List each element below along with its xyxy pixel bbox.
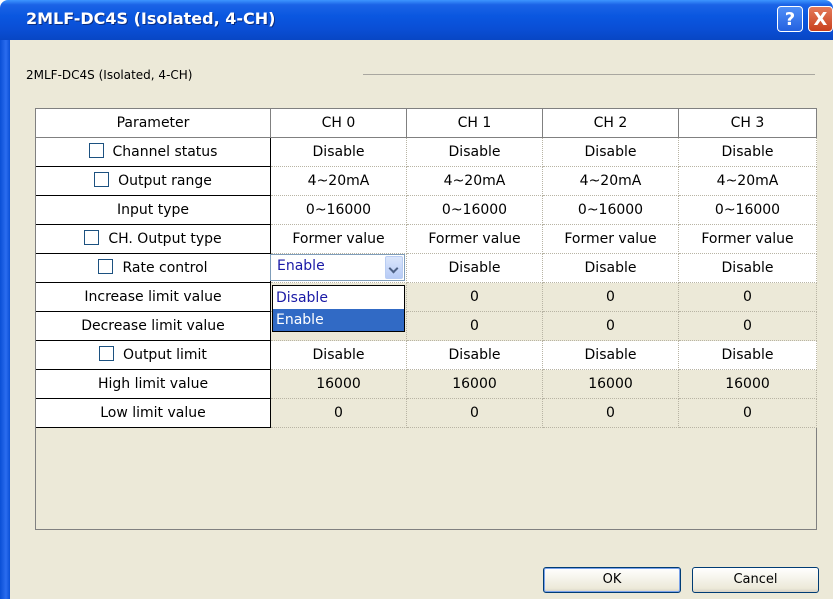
decrease-limit-value-ch3-cell[interactable]: 0: [679, 312, 817, 341]
param-low-limit-value: Low limit value: [36, 399, 271, 428]
param-label: Channel status: [112, 144, 218, 160]
ch-output-type-ch2-cell[interactable]: Former value: [543, 225, 679, 254]
output-range-ch0-cell[interactable]: 4~20mA: [271, 167, 407, 196]
title-bar[interactable]: 2MLF-DC4S (Isolated, 4-CH) ? X: [0, 0, 833, 40]
ch-output-type-ch3-cell[interactable]: Former value: [679, 225, 817, 254]
param-label: Input type: [117, 202, 189, 218]
channel-status-ch1-cell[interactable]: Disable: [407, 138, 543, 167]
column-header-ch-0: CH 0: [271, 109, 407, 138]
param-label: High limit value: [97, 376, 209, 392]
checkbox[interactable]: [99, 346, 115, 361]
decrease-limit-value-ch1-cell[interactable]: 0: [407, 312, 543, 341]
input-type-ch1-cell[interactable]: 0~16000: [407, 196, 543, 225]
high-limit-value-ch2-cell[interactable]: 16000: [543, 370, 679, 399]
rate-control-ch3-cell[interactable]: Disable: [679, 254, 817, 283]
channel-status-ch2-cell[interactable]: Disable: [543, 138, 679, 167]
high-limit-value-ch0-cell[interactable]: 16000: [271, 370, 407, 399]
column-header-ch-3: CH 3: [679, 109, 817, 138]
param-high-limit-value: High limit value: [36, 370, 271, 399]
low-limit-value-ch1-cell[interactable]: 0: [407, 399, 543, 428]
low-limit-value-ch2-cell[interactable]: 0: [543, 399, 679, 428]
low-limit-value-ch0-cell[interactable]: 0: [271, 399, 407, 428]
param-label: Decrease limit value: [81, 318, 225, 334]
param-label: Output range: [118, 173, 212, 189]
checkbox[interactable]: [98, 259, 114, 274]
checkbox[interactable]: [94, 172, 110, 187]
param-label: CH. Output type: [108, 231, 222, 247]
output-limit-ch2-cell[interactable]: Disable: [543, 341, 679, 370]
param-label: Output limit: [123, 347, 207, 363]
ok-button[interactable]: OK: [543, 567, 681, 593]
increase-limit-value-ch3-cell[interactable]: 0: [679, 283, 817, 312]
close-button[interactable]: X: [808, 6, 833, 32]
param-output-range: Output range: [36, 167, 271, 196]
group-box-label: 2MLF-DC4S (Isolated, 4-CH): [26, 68, 193, 82]
group-box-line: [363, 74, 815, 75]
column-header-ch-2: CH 2: [543, 109, 679, 138]
window-title: 2MLF-DC4S (Isolated, 4-CH): [26, 9, 276, 28]
dropdown-option-disable[interactable]: Disable: [273, 287, 404, 309]
parameter-grid: Parameter CH 0 CH 1 CH 2 CH 3 Channel status D…: [35, 108, 817, 530]
param-channel-status: Channel status: [36, 138, 271, 167]
rate-control-ch2-cell[interactable]: Disable: [543, 254, 679, 283]
param-label: Increase limit value: [84, 289, 222, 305]
rate-control-ch1-cell[interactable]: Disable: [407, 254, 543, 283]
column-header-parameter: Parameter: [36, 109, 271, 138]
increase-limit-value-ch1-cell[interactable]: 0: [407, 283, 543, 312]
input-type-ch2-cell[interactable]: 0~16000: [543, 196, 679, 225]
output-range-ch2-cell[interactable]: 4~20mA: [543, 167, 679, 196]
output-limit-ch0-cell[interactable]: Disable: [271, 341, 407, 370]
combobox-value: Enable: [277, 258, 325, 274]
channel-status-ch0-cell[interactable]: Disable: [271, 138, 407, 167]
increase-limit-value-ch2-cell[interactable]: 0: [543, 283, 679, 312]
param-label: Rate control: [122, 260, 208, 276]
ch-output-type-ch0-cell[interactable]: Former value: [271, 225, 407, 254]
high-limit-value-ch3-cell[interactable]: 16000: [679, 370, 817, 399]
decrease-limit-value-ch2-cell[interactable]: 0: [543, 312, 679, 341]
output-range-ch1-cell[interactable]: 4~20mA: [407, 167, 543, 196]
param-increase-limit-value: Increase limit value: [36, 283, 271, 312]
channel-status-ch3-cell[interactable]: Disable: [679, 138, 817, 167]
param-ch-output-type: CH. Output type: [36, 225, 271, 254]
rate-control-ch0-combobox[interactable]: Enable: [270, 254, 405, 281]
param-label: Low limit value: [100, 405, 206, 421]
param-decrease-limit-value: Decrease limit value: [36, 312, 271, 341]
output-limit-ch1-cell[interactable]: Disable: [407, 341, 543, 370]
param-input-type: Input type: [36, 196, 271, 225]
cancel-button[interactable]: Cancel: [692, 567, 819, 593]
checkbox[interactable]: [88, 143, 104, 158]
input-type-ch0-cell[interactable]: 0~16000: [271, 196, 407, 225]
dropdown-list: Disable Enable: [272, 285, 405, 332]
column-header-ch-1: CH 1: [407, 109, 543, 138]
param-rate-control: Rate control: [36, 254, 271, 283]
dropdown-option-enable[interactable]: Enable: [273, 309, 404, 331]
window-frame: [0, 40, 10, 599]
help-button[interactable]: ?: [777, 6, 803, 32]
chevron-down-icon[interactable]: [385, 256, 403, 279]
high-limit-value-ch1-cell[interactable]: 16000: [407, 370, 543, 399]
ch-output-type-ch1-cell[interactable]: Former value: [407, 225, 543, 254]
output-limit-ch3-cell[interactable]: Disable: [679, 341, 817, 370]
output-range-ch3-cell[interactable]: 4~20mA: [679, 167, 817, 196]
low-limit-value-ch3-cell[interactable]: 0: [679, 399, 817, 428]
param-output-limit: Output limit: [36, 341, 271, 370]
checkbox[interactable]: [84, 230, 100, 245]
input-type-ch3-cell[interactable]: 0~16000: [679, 196, 817, 225]
